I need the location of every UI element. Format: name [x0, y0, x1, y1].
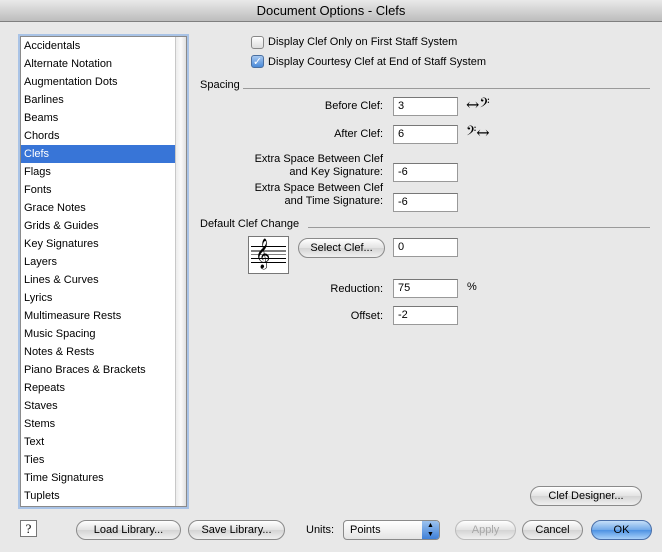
- chevron-updown-icon: ▲ ▼: [422, 521, 439, 539]
- key-signature-space-label: Extra Space Between Clef and Key Signatur…: [254, 153, 383, 178]
- offset-label: Offset:: [350, 310, 383, 322]
- spacing-heading: Spacing: [200, 79, 240, 91]
- sidebar-item[interactable]: Augmentation Dots: [21, 73, 186, 91]
- help-button[interactable]: ?: [20, 520, 37, 537]
- units-select[interactable]: Points ▲ ▼: [343, 520, 440, 540]
- cancel-button[interactable]: Cancel: [522, 520, 583, 540]
- sidebar-item[interactable]: Layers: [21, 253, 186, 271]
- after-clef-spacing-icon: 𝄢↔: [466, 123, 490, 142]
- units-label: Units:: [306, 524, 335, 536]
- sidebar-item[interactable]: Tuplets: [21, 487, 186, 505]
- clef-value-input[interactable]: 0: [393, 238, 458, 257]
- sidebar-item[interactable]: Grids & Guides: [21, 217, 186, 235]
- sidebar-item[interactable]: Chords: [21, 127, 186, 145]
- courtesy-clef-checkbox[interactable]: ✓: [251, 55, 264, 68]
- reduction-input[interactable]: 75: [393, 279, 458, 298]
- sidebar-item[interactable]: Flags: [21, 163, 186, 181]
- window-title: Document Options - Clefs: [256, 3, 406, 18]
- sidebar-item[interactable]: Clefs: [21, 145, 186, 163]
- after-clef-input[interactable]: 6: [393, 125, 458, 144]
- list-scrollbar[interactable]: [175, 37, 186, 506]
- key-signature-space-input[interactable]: -6: [393, 163, 458, 182]
- sidebar-item[interactable]: Lines & Curves: [21, 271, 186, 289]
- sidebar-item[interactable]: Alternate Notation: [21, 55, 186, 73]
- sidebar-item[interactable]: Grace Notes: [21, 199, 186, 217]
- before-clef-spacing-icon: ↔𝄢: [466, 95, 490, 114]
- load-library-button[interactable]: Load Library...: [76, 520, 181, 540]
- sidebar-item[interactable]: Stems: [21, 415, 186, 433]
- apply-button[interactable]: Apply: [455, 520, 516, 540]
- clef-preview: 𝄞: [248, 236, 289, 274]
- after-clef-label: After Clef:: [334, 128, 383, 140]
- units-value: Points: [350, 524, 381, 536]
- sidebar-item[interactable]: Notes & Rests: [21, 343, 186, 361]
- title-bar: Document Options - Clefs: [0, 0, 662, 22]
- sidebar-item[interactable]: Music Spacing: [21, 325, 186, 343]
- sidebar-item[interactable]: Multimeasure Rests: [21, 307, 186, 325]
- sidebar-item[interactable]: Lyrics: [21, 289, 186, 307]
- save-library-button[interactable]: Save Library...: [188, 520, 285, 540]
- sidebar-item[interactable]: Ties: [21, 451, 186, 469]
- select-clef-button[interactable]: Select Clef...: [298, 238, 385, 258]
- first-staff-only-label: Display Clef Only on First Staff System: [268, 36, 458, 48]
- sidebar-item[interactable]: Repeats: [21, 379, 186, 397]
- default-clef-change-heading: Default Clef Change: [200, 218, 300, 230]
- treble-clef-icon: 𝄞: [255, 239, 271, 269]
- time-signature-space-label: Extra Space Between Clef and Time Signatu…: [254, 182, 383, 207]
- category-list[interactable]: Accidentals Alternate Notation Augmentatio…: [20, 36, 187, 507]
- sidebar-item[interactable]: Barlines: [21, 91, 186, 109]
- sidebar-item[interactable]: Text: [21, 433, 186, 451]
- sidebar-item[interactable]: Beams: [21, 109, 186, 127]
- courtesy-clef-label: Display Courtesy Clef at End of Staff Sy…: [268, 56, 487, 68]
- default-clef-divider: [308, 227, 650, 228]
- time-signature-space-input[interactable]: -6: [393, 193, 458, 212]
- first-staff-only-checkbox[interactable]: [251, 36, 264, 49]
- sidebar-item[interactable]: Staves: [21, 397, 186, 415]
- sidebar-item[interactable]: Fonts: [21, 181, 186, 199]
- ok-button[interactable]: OK: [591, 520, 652, 540]
- before-clef-label: Before Clef:: [324, 100, 383, 112]
- spacing-divider: [243, 88, 650, 89]
- before-clef-input[interactable]: 3: [393, 97, 458, 116]
- sidebar-item[interactable]: Time Signatures: [21, 469, 186, 487]
- reduction-label: Reduction:: [330, 283, 383, 295]
- clef-designer-button[interactable]: Clef Designer...: [530, 486, 642, 506]
- sidebar-item[interactable]: Key Signatures: [21, 235, 186, 253]
- sidebar-item[interactable]: Accidentals: [21, 37, 186, 55]
- sidebar-item[interactable]: Piano Braces & Brackets: [21, 361, 186, 379]
- offset-input[interactable]: -2: [393, 306, 458, 325]
- percent-label: %: [467, 281, 477, 293]
